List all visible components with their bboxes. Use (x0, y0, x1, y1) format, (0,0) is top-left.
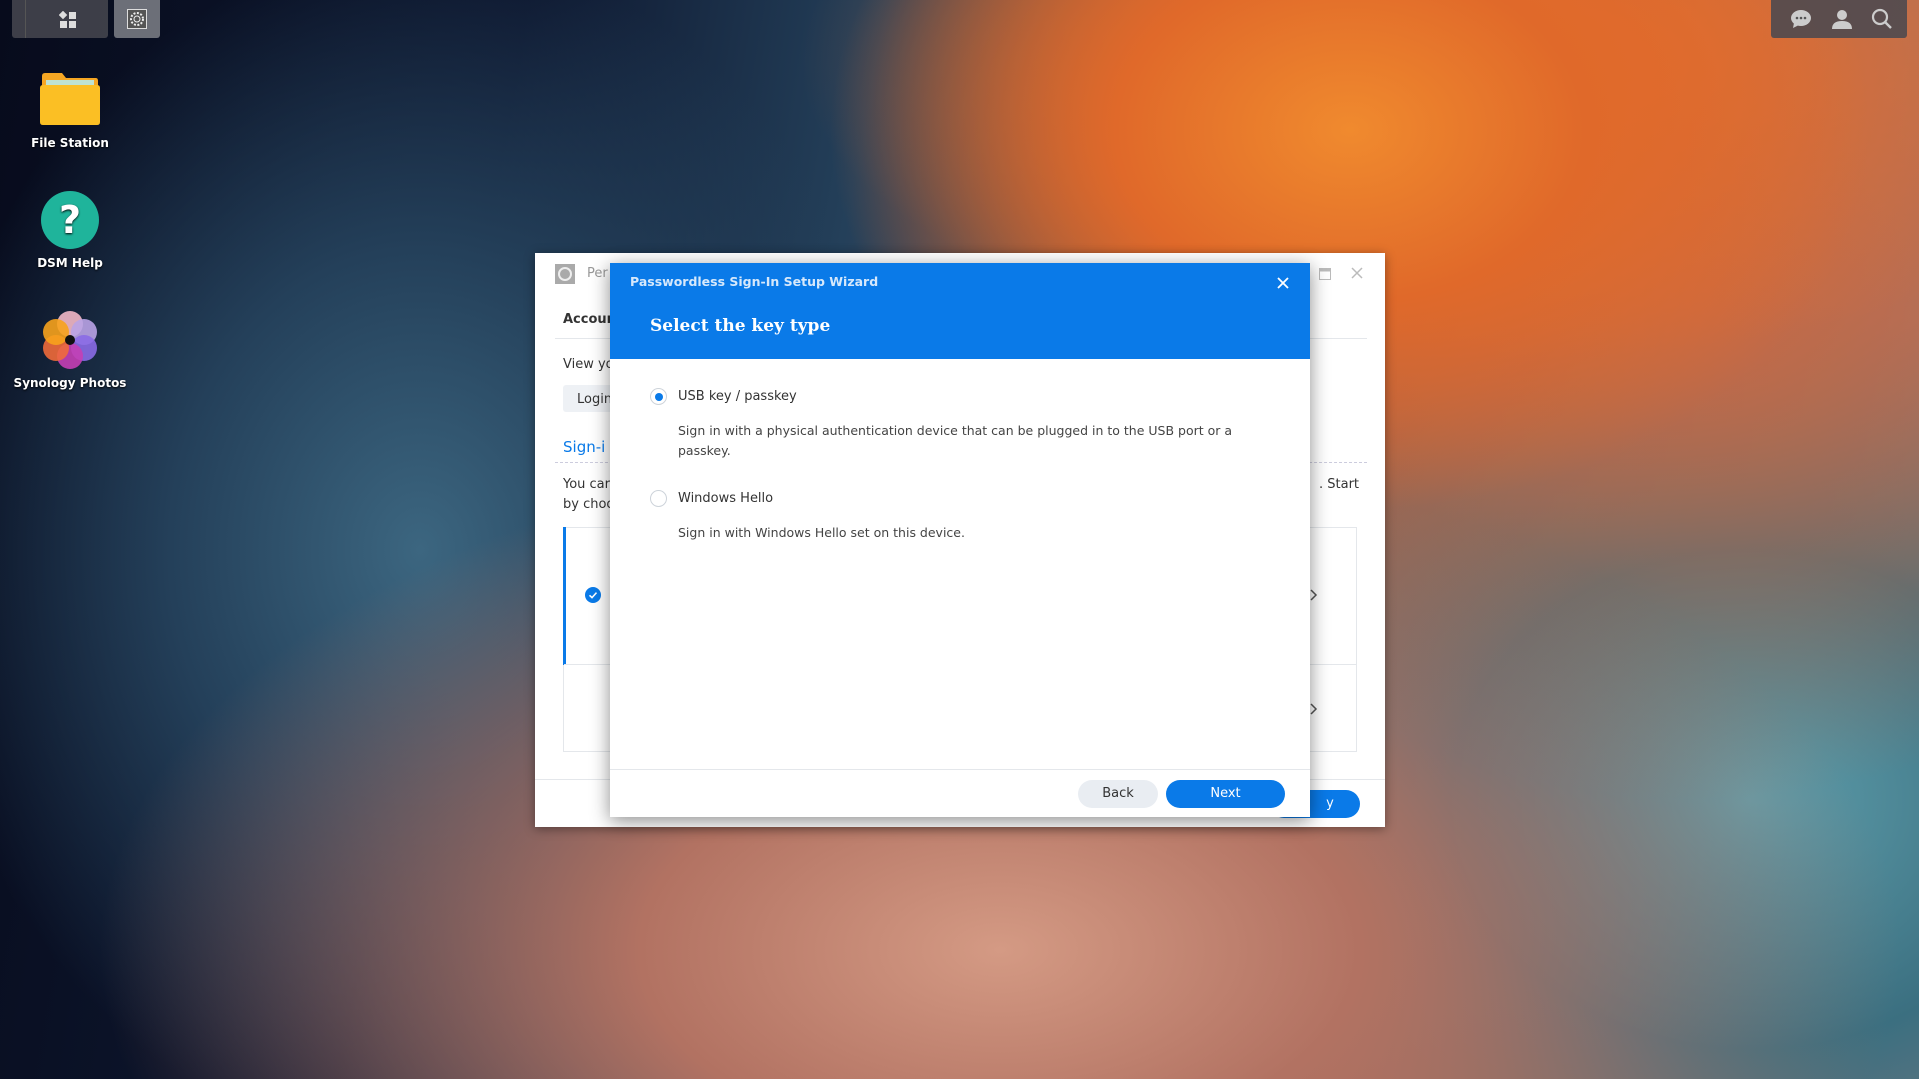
system-tray (1771, 0, 1907, 38)
desktop-icon-file-station[interactable]: File Station (0, 70, 140, 170)
option-label[interactable]: Windows Hello (678, 491, 773, 506)
svg-text:?: ? (59, 198, 81, 242)
passwordless-setup-wizard: Passwordless Sign-In Setup Wizard Select… (610, 263, 1310, 817)
radio-usb-key[interactable] (650, 388, 667, 405)
wizard-header: Passwordless Sign-In Setup Wizard Select… (610, 263, 1310, 359)
next-button[interactable]: Next (1166, 780, 1285, 808)
desc-line: . Start (1319, 477, 1360, 492)
view-text: View yo (563, 357, 614, 372)
desktop-icon-label: File Station (31, 136, 109, 150)
main-menu-button[interactable] (12, 0, 108, 38)
control-panel-gear-icon (127, 9, 147, 29)
maximize-icon[interactable] (1319, 268, 1331, 280)
show-desktop-button[interactable] (12, 0, 26, 38)
chevron-right-icon[interactable] (1310, 589, 1318, 601)
grid-icon (59, 11, 76, 28)
section-title: Sign-i (563, 438, 606, 456)
close-icon[interactable] (1351, 267, 1363, 279)
desktop-icon-label: Synology Photos (13, 376, 127, 390)
option-description: Sign in with Windows Hello set on this d… (678, 525, 965, 540)
wizard-heading: Select the key type (650, 316, 831, 336)
photos-icon (43, 311, 97, 369)
help-icon: ? (41, 191, 99, 249)
chevron-right-icon[interactable] (1310, 703, 1318, 715)
desc-line: You car (563, 477, 610, 492)
option-label[interactable]: USB key / passkey (678, 389, 797, 404)
folder-icon (40, 73, 100, 125)
desc-line: by choo (563, 497, 615, 512)
app-icon (555, 264, 575, 284)
wizard-title: Passwordless Sign-In Setup Wizard (630, 274, 879, 289)
radio-windows-hello[interactable] (650, 490, 667, 507)
tab-account[interactable]: Accoun (563, 312, 616, 327)
check-circle-icon (585, 587, 601, 603)
back-button[interactable]: Back (1078, 780, 1158, 808)
chat-icon[interactable] (1790, 9, 1812, 29)
user-icon[interactable] (1831, 8, 1853, 30)
option-description: Sign in with a physical authentication d… (678, 423, 1233, 458)
footer-divider (610, 769, 1310, 770)
window-title: Per (587, 266, 608, 281)
close-icon[interactable] (1277, 277, 1289, 289)
taskbar-control-panel[interactable] (114, 0, 160, 38)
desktop-icon-synology-photos[interactable]: Synology Photos (0, 310, 140, 410)
desktop-icon-label: DSM Help (37, 256, 103, 270)
search-icon[interactable] (1871, 8, 1893, 30)
desktop-icon-dsm-help[interactable]: ? DSM Help (0, 190, 140, 290)
